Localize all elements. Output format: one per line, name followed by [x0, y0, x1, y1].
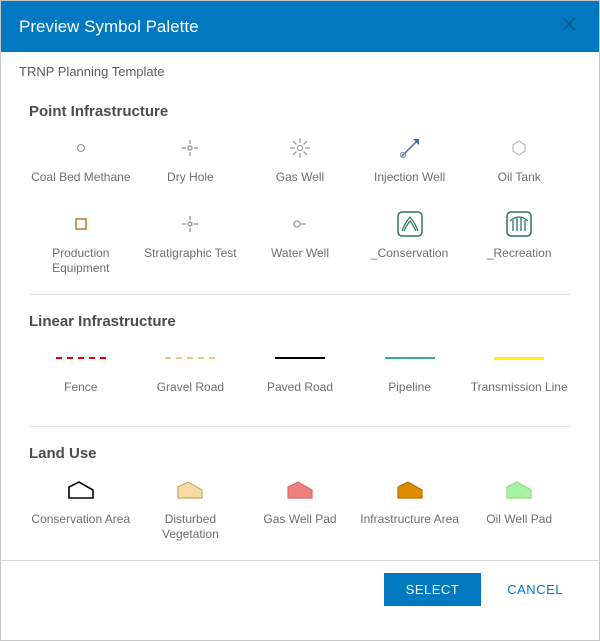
dialog-body: TRNP Planning Template Point Infrastruct… — [1, 52, 599, 542]
oil-tank-icon — [489, 134, 549, 162]
paved-road-line-icon — [270, 344, 330, 372]
symbol-stratigraphic-test[interactable]: Stratigraphic Test — [139, 210, 243, 276]
injection-well-icon — [380, 134, 440, 162]
symbol-paved-road[interactable]: Paved Road — [248, 344, 352, 408]
pipeline-line-icon — [380, 344, 440, 372]
symbol-gravel-road[interactable]: Gravel Road — [139, 344, 243, 408]
symbol-label: Disturbed Vegetation — [139, 512, 243, 542]
polygon-swatch-icon — [160, 476, 220, 504]
symbol-infrastructure-area[interactable]: Infrastructure Area — [358, 476, 462, 542]
divider — [29, 294, 571, 295]
landuse-symbol-grid: Conservation Area Disturbed Vegetation G… — [29, 476, 571, 542]
section-land-use: Land Use Conservation Area Disturbed Veg… — [19, 445, 581, 542]
symbol-label: Pipeline — [388, 380, 431, 408]
symbol-label: Infrastructure Area — [360, 512, 459, 540]
symbol-label: Coal Bed Methane — [31, 170, 130, 198]
symbol-label: Water Well — [271, 246, 329, 274]
cancel-button[interactable]: CANCEL — [489, 573, 581, 606]
symbol-label: Production Equipment — [29, 246, 133, 276]
symbol-oil-tank[interactable]: Oil Tank — [467, 134, 571, 198]
symbol-label: Injection Well — [374, 170, 445, 198]
symbol-dry-hole[interactable]: Dry Hole — [139, 134, 243, 198]
symbol-label: Dry Hole — [167, 170, 214, 198]
polygon-swatch-icon — [51, 476, 111, 504]
symbol-transmission-line[interactable]: Transmission Line — [467, 344, 571, 408]
symbol-label: Gas Well — [276, 170, 324, 198]
symbol-conservation-area[interactable]: Conservation Area — [29, 476, 133, 542]
symbol-disturbed-vegetation[interactable]: Disturbed Vegetation — [139, 476, 243, 542]
section-title-point: Point Infrastructure — [29, 103, 571, 120]
symbol-label: Transmission Line — [471, 380, 568, 408]
symbol-recreation[interactable]: _Recreation — [467, 210, 571, 276]
symbol-gas-well-pad[interactable]: Gas Well Pad — [248, 476, 352, 542]
transmission-line-icon — [489, 344, 549, 372]
symbol-label: _Recreation — [487, 246, 552, 274]
section-point-infrastructure: Point Infrastructure Coal Bed Methane Dr… — [19, 103, 581, 276]
template-name: TRNP Planning Template — [19, 64, 581, 79]
symbol-conservation[interactable]: _Conservation — [358, 210, 462, 276]
dialog-header: Preview Symbol Palette — [1, 1, 599, 52]
linear-symbol-grid: Fence Gravel Road Paved Road Pipeline Tr… — [29, 344, 571, 408]
symbol-gas-well[interactable]: Gas Well — [248, 134, 352, 198]
symbol-label: Fence — [64, 380, 97, 408]
symbol-injection-well[interactable]: Injection Well — [358, 134, 462, 198]
point-symbol-grid: Coal Bed Methane Dry Hole Gas Well Injec… — [29, 134, 571, 276]
stratigraphic-test-icon — [160, 210, 220, 238]
symbol-coal-bed-methane[interactable]: Coal Bed Methane — [29, 134, 133, 198]
symbol-label: Paved Road — [267, 380, 333, 408]
recreation-park-icon — [489, 210, 549, 238]
dialog-footer: SELECT CANCEL — [1, 560, 599, 618]
polygon-swatch-icon — [380, 476, 440, 504]
divider — [29, 426, 571, 427]
gas-well-icon — [270, 134, 330, 162]
symbol-label: Stratigraphic Test — [144, 246, 237, 274]
section-title-landuse: Land Use — [29, 445, 571, 462]
section-linear-infrastructure: Linear Infrastructure Fence Gravel Road … — [19, 313, 581, 408]
symbol-oil-well-pad[interactable]: Oil Well Pad — [467, 476, 571, 542]
symbol-pipeline[interactable]: Pipeline — [358, 344, 462, 408]
dry-hole-icon — [160, 134, 220, 162]
symbol-label: _Conservation — [371, 246, 448, 274]
symbol-label: Oil Well Pad — [486, 512, 552, 540]
polygon-swatch-icon — [489, 476, 549, 504]
section-title-linear: Linear Infrastructure — [29, 313, 571, 330]
production-equipment-icon — [51, 210, 111, 238]
symbol-label: Oil Tank — [498, 170, 541, 198]
symbol-label: Gas Well Pad — [263, 512, 336, 540]
symbol-label: Gravel Road — [157, 380, 224, 408]
conservation-park-icon — [380, 210, 440, 238]
close-icon[interactable] — [557, 15, 581, 38]
water-well-icon — [270, 210, 330, 238]
symbol-water-well[interactable]: Water Well — [248, 210, 352, 276]
coal-bed-methane-icon — [51, 134, 111, 162]
fence-line-icon — [51, 344, 111, 372]
select-button[interactable]: SELECT — [384, 573, 482, 606]
symbol-fence[interactable]: Fence — [29, 344, 133, 408]
symbol-production-equipment[interactable]: Production Equipment — [29, 210, 133, 276]
symbol-label: Conservation Area — [31, 512, 130, 540]
dialog-title: Preview Symbol Palette — [19, 17, 199, 37]
gravel-road-line-icon — [160, 344, 220, 372]
polygon-swatch-icon — [270, 476, 330, 504]
